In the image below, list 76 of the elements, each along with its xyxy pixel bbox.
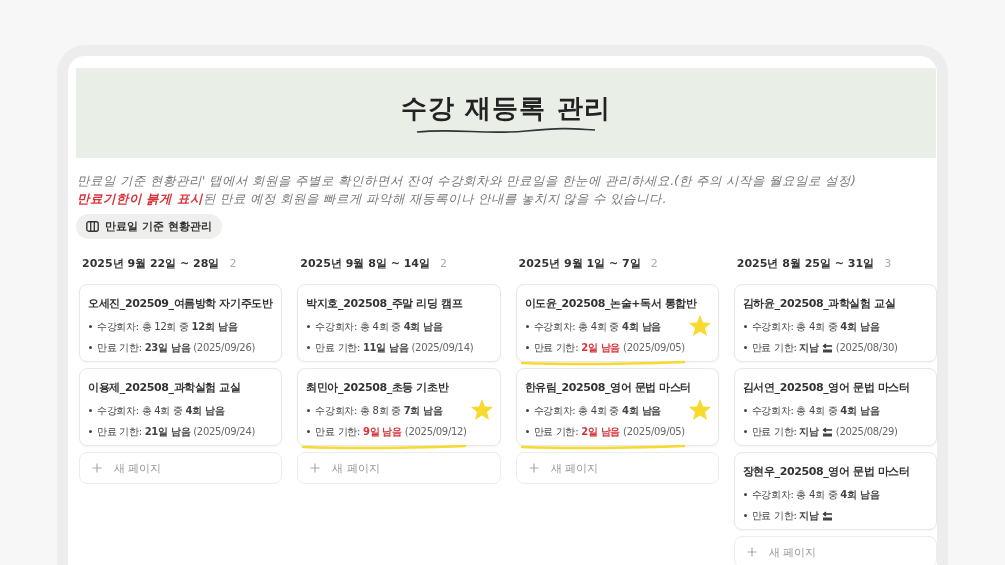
bullet-icon (307, 430, 311, 433)
description-text: 만료일 기준 현황관리' 탭에서 회원을 주별로 확인하면서 잔여 수강회차와 만료일을 한눈에 관리하세요.(한 주의 시작을 월요일로 설정) (77, 172, 857, 190)
columns-icon (86, 221, 99, 232)
bullet-icon (743, 514, 747, 517)
record-card[interactable]: 김하윤_202508_과학실험 교실 수강회차: 총 4회 중 4회 남음 만료 기한: 지남 (2025/08/30) (733, 284, 937, 362)
expiry-text: 만료 기한: 11일 남음 (315, 340, 409, 355)
bullet-icon (307, 346, 311, 349)
card-title: 장현우_202508_영어 문법 마스터 (742, 464, 910, 479)
record-card[interactable]: 김서연_202508_영어 문법 마스터 수강회차: 총 4회 중 4회 남음 만료 기한: 지남 (2025/08/29) (733, 368, 937, 446)
record-card[interactable]: 박지호_202508_주말 리딩 캠프 수강회차: 총 4회 중 4회 남음 만료 기한: 11일 남음 (2025/09/14) (297, 284, 501, 362)
view-tab[interactable]: 만료일 기준 현황관리 (76, 214, 222, 239)
expiry-date: (2025/09/05) (623, 426, 685, 437)
bullet-icon (525, 409, 529, 412)
session-count: 수강회차: 총 4회 중 4회 남음 (97, 403, 225, 418)
description-text: 만료기한이 붉게 표시된 만료 예정 회원을 빠르게 파악해 재등록이나 안내를 놓치지 않을 수 있습니다. (77, 190, 668, 208)
column-title: 2025년 8월 25일 ~ 31일 (736, 255, 875, 271)
session-count: 수강회차: 총 8회 중 7회 남음 (315, 403, 443, 418)
bullet-icon (743, 346, 747, 349)
expiry-date: (2025/09/12) (404, 426, 467, 437)
card-title: 김하윤_202508_과학실험 교실 (742, 296, 896, 311)
bullet-icon (89, 409, 92, 412)
expiry-text: 만료 기한: 21일 남음 (97, 424, 191, 439)
bullet-icon (743, 409, 747, 412)
expiry-text: 만료 기한: 지남 (751, 340, 819, 355)
bullet-icon (743, 430, 747, 433)
card-title: 이도윤_202508_논술+독서 통합반 (524, 296, 697, 311)
expiry-text: 만료 기한: 지남 (751, 508, 819, 523)
expiry-text: 만료 기한: 23일 남음 (97, 340, 191, 355)
column-title: 2025년 9월 22일 ~ 28일 (82, 255, 220, 271)
bullet-icon (525, 325, 529, 328)
session-count: 수강회차: 총 4회 중 4회 남음 (751, 403, 880, 418)
card-title: 박지호_202508_주말 리딩 캠프 (306, 296, 463, 311)
bullet-icon (525, 430, 529, 433)
expiry-date: (2025/08/29) (835, 426, 898, 437)
bullet-icon (525, 346, 529, 349)
expiry-text: 만료 기한: 9일 남음 (315, 424, 402, 439)
expiry-date: (2025/08/30) (835, 342, 898, 353)
expiry-text: 만료 기한: 지남 (751, 424, 819, 439)
expiry-text: 만료 기한: 2일 남음 (533, 424, 621, 439)
page-title: 수강 재등록 관리 (401, 92, 611, 125)
expiry-date: (2025/09/24) (193, 426, 256, 437)
session-count: 수강회차: 총 4회 중 4회 남음 (533, 319, 661, 334)
bullet-icon (89, 346, 92, 349)
expiry-text: 만료 기한: 2일 남음 (533, 340, 621, 355)
expiry-date: (2025/09/14) (411, 342, 474, 353)
plus-icon (310, 463, 321, 473)
bullet-icon (743, 493, 747, 496)
expiry-date: (2025/09/05) (623, 342, 685, 353)
card-title: 한유림_202508_영어 문법 마스터 (524, 380, 692, 395)
column-count: 2 (440, 256, 447, 270)
expiry-date: (2025/09/26) (193, 342, 256, 353)
bullet-icon (743, 325, 747, 328)
plus-icon (746, 547, 757, 557)
plus-icon (528, 463, 539, 473)
bullet-icon (307, 325, 311, 328)
card-title: 이용제_202508_과학실험 교실 (88, 380, 241, 395)
session-count: 수강회차: 총 4회 중 4회 남음 (751, 319, 880, 334)
session-count: 수강회차: 총 4회 중 4회 남음 (533, 403, 661, 418)
session-count: 수강회차: 총 4회 중 4회 남음 (751, 487, 880, 502)
card-title: 최민아_202508_초등 기초반 (306, 380, 449, 395)
card-title: 오세진_202509_여름방학 자기주도반 (88, 296, 273, 311)
column-title: 2025년 9월 8일 ~ 14일 (300, 255, 430, 271)
session-count: 수강회차: 총 12회 중 12회 남음 (97, 319, 238, 334)
column-count: 3 (884, 256, 892, 270)
column-count: 2 (229, 256, 237, 270)
session-count: 수강회차: 총 4회 중 4회 남음 (315, 319, 443, 334)
plus-icon (92, 463, 102, 473)
record-card[interactable]: 이용제_202508_과학실험 교실 수강회차: 총 4회 중 4회 남음 만료 기한: 21일 남음 (2025/09/24) (79, 368, 283, 446)
record-card[interactable]: 오세진_202509_여름방학 자기주도반 수강회차: 총 12회 중 12회 남음 만료 기한: 23일 남음 (2025/09/26) (79, 284, 283, 362)
record-card[interactable]: 장현우_202508_영어 문법 마스터 수강회차: 총 4회 중 4회 남음 만료 기한: 지남 (733, 452, 937, 530)
bullet-icon (89, 325, 92, 328)
card-title: 김서연_202508_영어 문법 마스터 (742, 380, 910, 395)
column-title: 2025년 9월 1일 ~ 7일 (518, 255, 641, 271)
bullet-icon (89, 430, 92, 433)
bullet-icon (307, 409, 311, 412)
column-count: 2 (650, 256, 658, 270)
